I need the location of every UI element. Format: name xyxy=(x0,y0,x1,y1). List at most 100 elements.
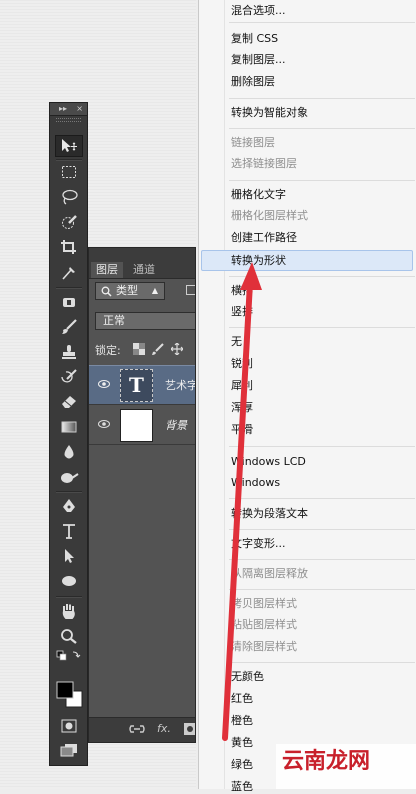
layer-row-background[interactable]: 背景 xyxy=(89,405,195,445)
menu-item[interactable]: 复制 CSS xyxy=(231,32,278,46)
tab-layers[interactable]: 图层 xyxy=(91,262,123,278)
menu-item[interactable]: 绿色 xyxy=(231,758,253,772)
move-icon xyxy=(62,139,77,152)
menu-item[interactable]: 转换为形状 xyxy=(231,254,286,268)
image-filter-icon[interactable] xyxy=(186,285,195,295)
hand-tool[interactable] xyxy=(55,600,83,622)
menu-item[interactable]: 栅格化文字 xyxy=(231,188,286,202)
dodge-tool[interactable] xyxy=(55,466,83,488)
hand-icon xyxy=(62,604,75,619)
menu-item[interactable]: 转换为段落文本 xyxy=(231,507,308,521)
quick-mask-tool[interactable] xyxy=(55,715,83,737)
menu-item[interactable]: 无 xyxy=(231,335,242,349)
type-tool[interactable] xyxy=(55,520,83,542)
layers-panel-titlebar[interactable] xyxy=(89,248,195,262)
stamp-icon xyxy=(62,345,76,359)
watermark-logo: 云南龙网 xyxy=(276,744,416,789)
pen-icon xyxy=(63,499,75,512)
menu-item[interactable]: 无颜色 xyxy=(231,670,264,684)
eyedropper-tool[interactable] xyxy=(55,261,83,283)
layer-name[interactable]: 背景 xyxy=(165,417,187,433)
eye-icon[interactable] xyxy=(98,378,110,390)
layer-row-text[interactable]: T 艺术字 xyxy=(89,365,195,405)
close-icon[interactable]: × xyxy=(76,103,83,115)
menu-item[interactable]: 犀利 xyxy=(231,379,253,393)
menu-item: 链接图层 xyxy=(231,136,275,149)
menu-item: 选择链接图层 xyxy=(231,157,297,170)
layer-filter-row: 类型 ▲ xyxy=(93,281,195,303)
menu-item[interactable]: 混合选项... xyxy=(231,4,286,18)
layers-panel-tabs: 图层 通道 xyxy=(89,262,195,279)
spot-healing-tool[interactable] xyxy=(55,291,83,313)
tool-separator xyxy=(56,596,82,598)
crop-icon xyxy=(61,240,76,254)
tools-panel: ▸▸ × xyxy=(49,102,88,766)
history-brush-icon xyxy=(61,369,77,383)
menu-item[interactable]: 橙色 xyxy=(231,714,253,728)
path-selection-tool[interactable] xyxy=(55,545,83,567)
lasso-icon xyxy=(62,189,78,205)
quick-selection-tool[interactable] xyxy=(55,211,83,233)
lasso-tool[interactable] xyxy=(55,186,83,208)
clone-stamp-tool[interactable] xyxy=(55,341,83,363)
brush-icon xyxy=(62,319,77,334)
menu-item[interactable]: 锐利 xyxy=(231,357,253,371)
menu-item[interactable]: 平滑 xyxy=(231,423,253,437)
menu-item[interactable]: 创建工作路径 xyxy=(231,231,297,245)
gradient-tool[interactable] xyxy=(55,416,83,438)
eye-icon[interactable] xyxy=(98,418,110,430)
add-mask-icon[interactable] xyxy=(184,723,196,735)
panel-grip[interactable] xyxy=(56,118,81,122)
menu-item[interactable]: 文字变形... xyxy=(231,537,286,551)
crop-tool[interactable] xyxy=(55,236,83,258)
layer-name[interactable]: 艺术字 xyxy=(165,377,195,393)
tools-panel-header[interactable]: ▸▸ × xyxy=(50,103,87,116)
layers-panel-footer: fx. xyxy=(89,717,196,742)
quick-selection-icon xyxy=(62,215,77,229)
menu-item[interactable]: 蓝色 xyxy=(231,780,253,794)
link-layers-icon[interactable] xyxy=(129,723,145,735)
lock-image-pixels-icon[interactable] xyxy=(152,343,164,355)
brush-tool[interactable] xyxy=(55,316,83,338)
eraser-icon xyxy=(62,396,76,408)
menu-separator xyxy=(229,498,415,499)
move-tool[interactable] xyxy=(55,135,83,157)
pen-tool[interactable] xyxy=(55,495,83,517)
menu-item[interactable]: 红色 xyxy=(231,692,253,706)
menu-item[interactable]: Windows LCD xyxy=(231,455,306,469)
quick-mask-icon xyxy=(61,719,77,733)
menu-icon-gutter xyxy=(224,0,225,789)
layer-filter-select[interactable]: 类型 ▲ xyxy=(95,282,165,300)
menu-item[interactable]: 黄色 xyxy=(231,736,253,750)
menu-separator xyxy=(229,22,415,23)
menu-item[interactable]: 浑厚 xyxy=(231,401,253,415)
menu-item[interactable]: 横排 xyxy=(231,284,253,298)
menu-item[interactable]: 删除图层 xyxy=(231,75,275,89)
marquee-tool[interactable] xyxy=(55,161,83,183)
swap-colors-icon xyxy=(56,650,81,661)
menu-item[interactable]: 竖排 xyxy=(231,305,253,319)
text-icon xyxy=(63,524,75,539)
menu-item[interactable]: Windows xyxy=(231,476,280,490)
color-swatches[interactable] xyxy=(55,678,83,712)
history-brush-tool[interactable] xyxy=(55,366,83,388)
zoom-tool[interactable] xyxy=(55,625,83,647)
collapse-icon[interactable]: ▸▸ xyxy=(59,103,67,115)
menu-item[interactable]: 复制图层... xyxy=(231,53,286,67)
blur-tool[interactable] xyxy=(55,441,83,463)
eraser-tool[interactable] xyxy=(55,391,83,413)
menu-item: 清除图层样式 xyxy=(231,640,297,653)
blend-mode-select[interactable]: 正常 xyxy=(95,312,195,330)
lock-position-icon[interactable] xyxy=(171,343,183,355)
screen-mode-icon xyxy=(60,744,77,757)
tab-channels[interactable]: 通道 xyxy=(128,262,160,278)
shape-tool[interactable] xyxy=(55,570,83,592)
drop-icon xyxy=(64,445,74,459)
menu-separator xyxy=(229,446,415,447)
lock-transparent-pixels-icon[interactable] xyxy=(133,343,145,355)
screen-mode-tool[interactable] xyxy=(55,739,83,761)
menu-item[interactable]: 转换为智能对象 xyxy=(231,106,308,120)
layer-style-button[interactable]: fx. xyxy=(157,722,171,735)
color-swatches-icon xyxy=(56,681,83,708)
default-colors-tool[interactable] xyxy=(55,648,83,664)
